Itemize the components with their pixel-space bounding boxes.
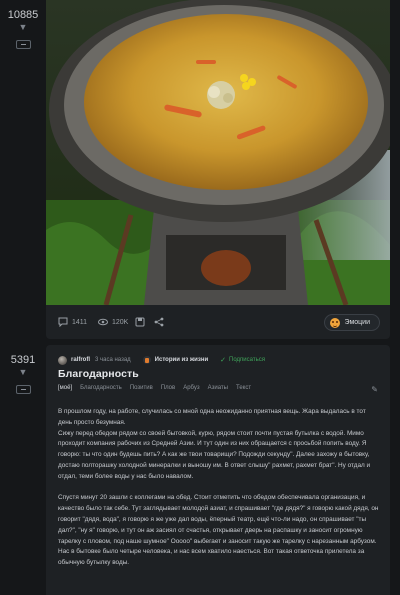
tag-item[interactable]: Текст [236, 385, 251, 395]
comments-count: 1411 [72, 318, 88, 326]
tag-item[interactable]: Плов [161, 385, 175, 395]
views-counter: 120K [98, 317, 128, 327]
emotions-button[interactable]: Эмоции [323, 314, 380, 331]
emotions-label: Эмоции [344, 319, 371, 326]
post1-card: 1411 120K Эмоции [46, 0, 390, 339]
post-body: В прошлом году, на работе, случилась со … [58, 407, 380, 580]
community-name[interactable]: Истории из жизни [155, 357, 208, 363]
tag-item[interactable]: Благодарность [80, 385, 122, 395]
pencil-icon[interactable]: ✎ [371, 385, 378, 394]
post2-rating: 5391 [10, 354, 36, 366]
comments-counter[interactable]: 1411 [58, 317, 87, 327]
post2-card: ralfrofl 3 часа назад Истории из жизни ✓… [46, 345, 390, 595]
views-count: 120K [112, 318, 129, 326]
share-icon [154, 317, 164, 327]
tag-item[interactable]: [моё] [58, 385, 72, 395]
post-time: 3 часа назад [95, 357, 131, 363]
author-name[interactable]: ralfrofl [71, 357, 90, 363]
tag-list: [моё] Благодарность Позитив Плов Арбуз А… [58, 385, 380, 395]
tag-item[interactable]: Арбуз [183, 385, 199, 395]
emoji-face-icon [329, 317, 340, 328]
eye-icon [98, 318, 108, 326]
post1-rating: 10885 [7, 9, 39, 21]
subscribe-button[interactable]: Подписаться [229, 357, 265, 363]
body-paragraph: В прошлом году, на работе, случилась со … [58, 408, 371, 480]
body-paragraph: Спустя минут 20 зашли с коллегами на обе… [58, 494, 379, 567]
community-icon [142, 356, 151, 364]
tag-item[interactable]: Позитив [130, 385, 153, 395]
comment-icon [58, 317, 68, 327]
collapse-button[interactable] [15, 40, 31, 49]
save-button[interactable] [135, 317, 145, 327]
save-icon [135, 317, 145, 327]
avatar[interactable] [58, 355, 67, 365]
post1-image[interactable] [46, 0, 390, 305]
post-title[interactable]: Благодарность [58, 368, 139, 380]
downvote-arrow-icon[interactable]: ▼ [0, 367, 46, 377]
post2-meta: ralfrofl 3 часа назад Истории из жизни ✓… [58, 354, 378, 366]
plov-kazan-photo [46, 0, 390, 305]
tag-item[interactable]: Азиаты [208, 385, 228, 395]
subscribe-check-icon: ✓ [220, 357, 227, 364]
share-button[interactable] [154, 317, 164, 327]
downvote-arrow-icon[interactable]: ▼ [0, 22, 46, 32]
post2-rating-rail: 5391 ▼ [0, 352, 46, 399]
collapse-button[interactable] [15, 385, 31, 394]
post1-rating-rail: 10885 ▼ [0, 0, 46, 54]
post1-footer: 1411 120K Эмоции [46, 305, 390, 339]
